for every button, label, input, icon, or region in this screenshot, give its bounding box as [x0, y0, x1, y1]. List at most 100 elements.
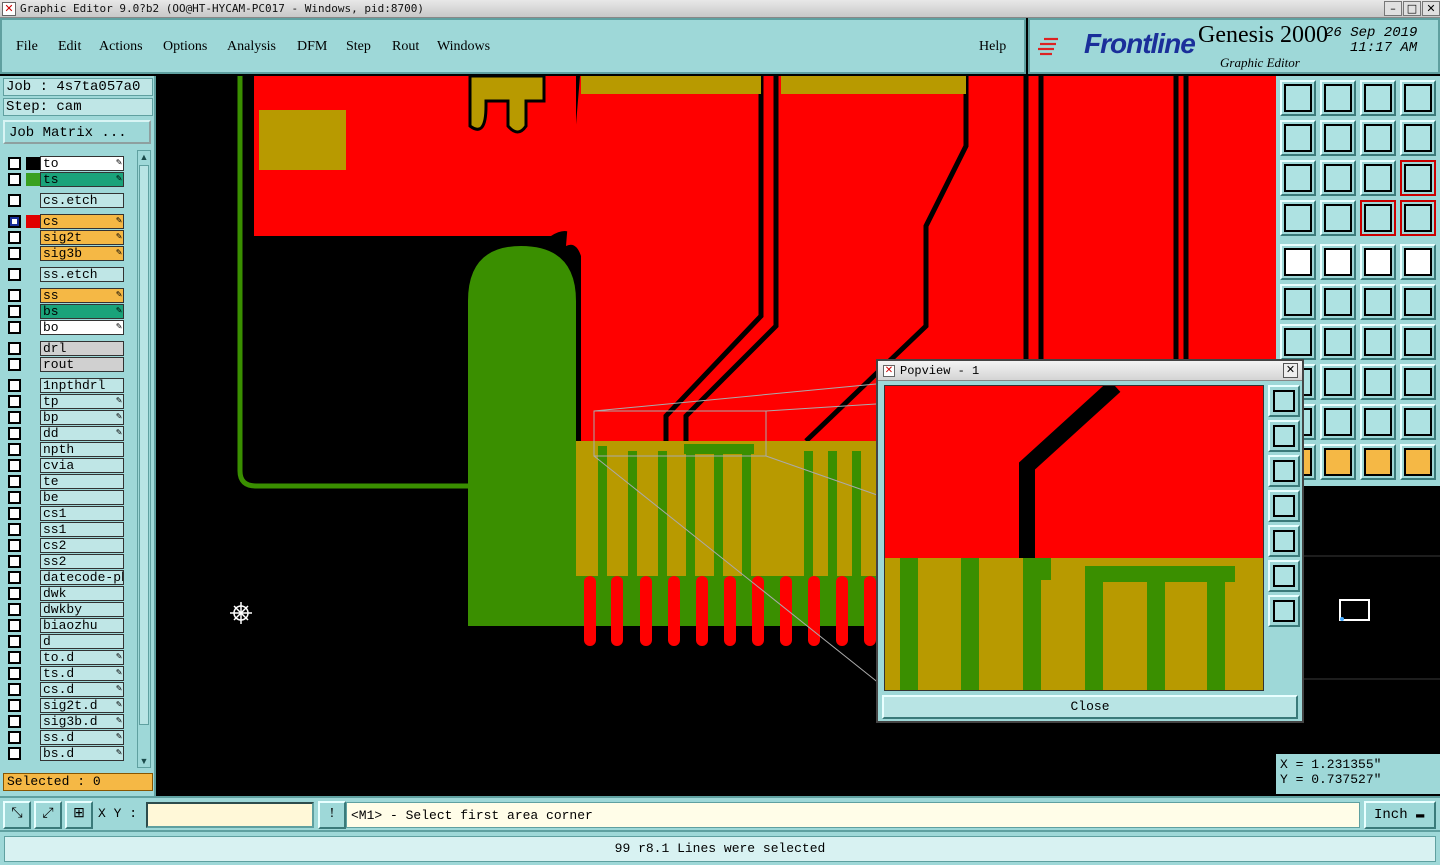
layer-row[interactable]: ss1 [4, 522, 128, 537]
center-view-icon[interactable] [1320, 160, 1356, 196]
measure-icon[interactable]: ⤢ [34, 801, 62, 829]
select-feature-icon[interactable] [1280, 244, 1316, 280]
layer-checkbox[interactable] [8, 683, 21, 696]
pointer-select-icon[interactable] [1320, 444, 1356, 480]
pointer-move-icon[interactable] [1360, 444, 1396, 480]
layer-name[interactable]: sig2t.d ✎ [40, 698, 124, 713]
layer-color-swatch[interactable] [26, 215, 40, 228]
layer-name[interactable]: bs ✎ [40, 304, 124, 319]
popview-zoom-out-button[interactable] [1268, 595, 1300, 627]
layer-name[interactable]: ss.d ✎ [40, 730, 124, 745]
layer-checkbox[interactable] [8, 507, 21, 520]
scroll-up-icon[interactable]: ▲ [138, 151, 150, 163]
layer-row[interactable]: dd ✎ [4, 426, 128, 441]
angle-tool-icon[interactable] [1280, 324, 1316, 360]
layer-row[interactable]: bp ✎ [4, 410, 128, 425]
line-tool-icon[interactable] [1320, 324, 1356, 360]
layer-name[interactable]: tp ✎ [40, 394, 124, 409]
layer-row[interactable]: npth [4, 442, 128, 457]
attach-icon[interactable] [1400, 284, 1436, 320]
layer-checkbox[interactable] [8, 321, 21, 334]
unit-selector[interactable]: Inch ▬ [1364, 801, 1436, 829]
layer-row[interactable]: ss.etch [4, 267, 128, 282]
layer-name[interactable]: 1npthdrl [40, 378, 124, 393]
layer-row[interactable]: sig2t ✎ [4, 230, 128, 245]
layer-name[interactable]: ss ✎ [40, 288, 124, 303]
layer-name[interactable]: to.d ✎ [40, 650, 124, 665]
pan-right-icon[interactable] [1320, 120, 1356, 156]
layer-checkbox[interactable] [8, 747, 21, 760]
layer-name[interactable]: ts ✎ [40, 172, 124, 187]
highlight-icon[interactable] [1400, 200, 1436, 236]
layer-checkbox[interactable] [8, 555, 21, 568]
shapes-tool-icon[interactable] [1400, 364, 1436, 400]
layer-row[interactable]: tp ✎ [4, 394, 128, 409]
pad-select-icon[interactable] [1400, 244, 1436, 280]
mirror-tool-icon[interactable] [1400, 324, 1436, 360]
info-icon[interactable]: ! [318, 801, 346, 829]
stretch-tool-icon[interactable] [1320, 364, 1356, 400]
popview-close-button[interactable]: Close [882, 695, 1298, 719]
layer-row[interactable]: bs.d ✎ [4, 746, 128, 761]
layer-name[interactable]: to ✎ [40, 156, 124, 171]
popview-pan-left-button[interactable] [1268, 490, 1300, 522]
query-icon[interactable] [1400, 160, 1436, 196]
layer-checkbox[interactable] [8, 379, 21, 392]
layer-name[interactable]: sig3b.d ✎ [40, 714, 124, 729]
popview-pan-up-button[interactable] [1268, 420, 1300, 452]
layer-checkbox[interactable] [8, 443, 21, 456]
ruler-icon[interactable] [1360, 244, 1396, 280]
layer-row[interactable]: datecode-pbe [4, 570, 128, 585]
layer-row[interactable]: ts.d ✎ [4, 666, 128, 681]
layer-color-swatch[interactable] [26, 157, 40, 170]
layer-row[interactable]: sig2t.d ✎ [4, 698, 128, 713]
connect-icon[interactable] [1360, 284, 1396, 320]
layer-checkbox[interactable] [8, 305, 21, 318]
layer-row[interactable]: cs2 [4, 538, 128, 553]
layer-row[interactable]: cvia [4, 458, 128, 473]
layer-checkbox[interactable] [8, 194, 21, 207]
layer-row[interactable]: bo ✎ [4, 320, 128, 335]
layer-checkbox[interactable] [8, 358, 21, 371]
layer-row[interactable]: ss2 [4, 554, 128, 569]
layer-name[interactable]: biaozhu [40, 618, 124, 633]
layer-name[interactable]: cvia [40, 458, 124, 473]
layer-name[interactable]: cs ✎ [40, 214, 124, 229]
layer-name[interactable]: ss1 [40, 522, 124, 537]
cross-select-icon[interactable] [1320, 284, 1356, 320]
layer-name[interactable]: sig3b ✎ [40, 246, 124, 261]
layer-name[interactable]: dwkby [40, 602, 124, 617]
layer-name[interactable]: cs.d ✎ [40, 682, 124, 697]
menu-analysis[interactable]: Analysis [227, 39, 276, 55]
layer-name[interactable]: cs2 [40, 538, 124, 553]
layer-checkbox[interactable] [8, 667, 21, 680]
snap-icon[interactable]: ⤡ [3, 801, 31, 829]
menu-file[interactable]: File [16, 39, 38, 55]
popview-pan-down-button[interactable] [1268, 455, 1300, 487]
layer-checkbox[interactable] [8, 247, 21, 260]
menu-actions[interactable]: Actions [99, 39, 143, 55]
layer-checkbox[interactable] [8, 289, 21, 302]
layer-checkbox[interactable] [8, 603, 21, 616]
popview-close-icon[interactable]: ✕ [1283, 363, 1298, 378]
layer-checkbox[interactable] [8, 157, 21, 170]
layer-name[interactable]: ts.d ✎ [40, 666, 124, 681]
zoom-home-icon[interactable] [1280, 80, 1316, 116]
layer-row[interactable]: cs.d ✎ [4, 682, 128, 697]
menu-rout[interactable]: Rout [392, 39, 419, 55]
menu-dfm[interactable]: DFM [297, 39, 327, 55]
arc-tool-icon[interactable] [1360, 324, 1396, 360]
menu-edit[interactable]: Edit [58, 39, 81, 55]
pan-left-icon[interactable] [1280, 120, 1316, 156]
fit-screen-icon[interactable] [1280, 160, 1316, 196]
split-view-icon[interactable] [1400, 80, 1436, 116]
layer-row[interactable]: to ✎ [4, 156, 128, 171]
layer-name[interactable]: cs.etch [40, 193, 124, 208]
undo-view-icon[interactable] [1360, 120, 1396, 156]
layer-name[interactable]: drl [40, 341, 124, 356]
menu-help[interactable]: Help [979, 39, 1006, 55]
layer-checkbox[interactable] [8, 715, 21, 728]
layer-checkbox[interactable] [8, 571, 21, 584]
route-line-icon[interactable] [1320, 244, 1356, 280]
profile-tool-icon[interactable] [1320, 404, 1356, 440]
